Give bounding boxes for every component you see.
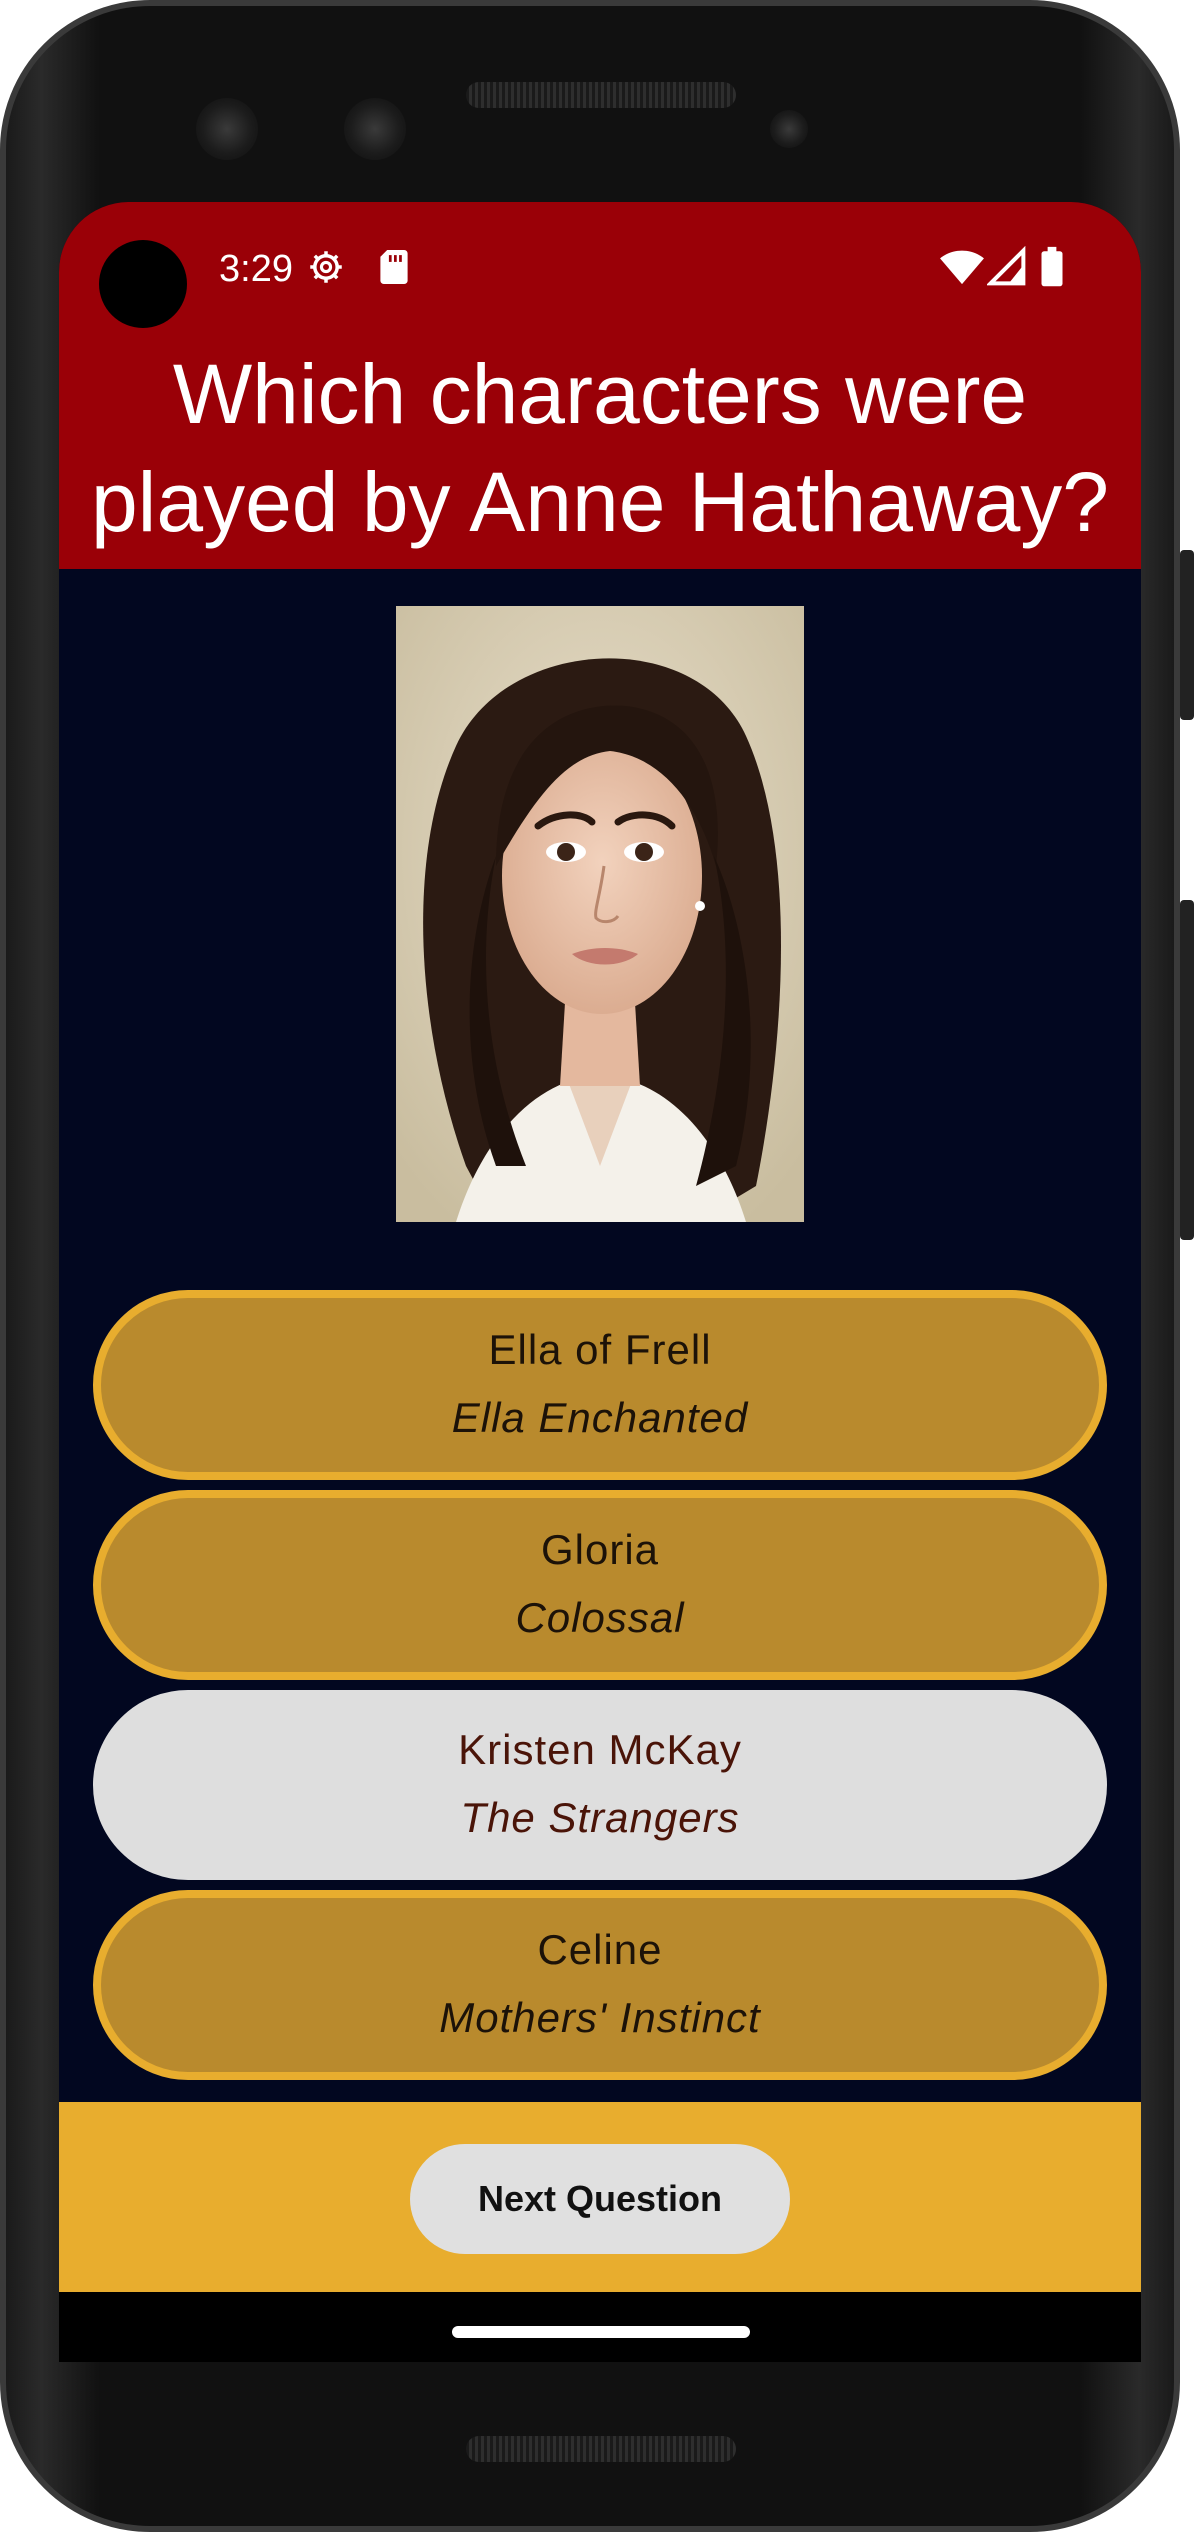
punch-hole-camera xyxy=(99,240,187,328)
answer-character-name: Ella of Frell xyxy=(488,1326,712,1373)
answer-movie-title: Colossal xyxy=(515,1594,685,1641)
wifi-icon xyxy=(939,246,985,292)
footer-bar: Next Question xyxy=(59,2102,1141,2292)
front-camera-icon xyxy=(196,98,258,160)
answer-character-name: Celine xyxy=(537,1926,663,1973)
actor-portrait xyxy=(396,606,804,1222)
front-sensor-icon xyxy=(344,98,406,160)
earpiece-speaker xyxy=(466,82,736,108)
answer-movie-title: Ella Enchanted xyxy=(451,1394,749,1441)
home-indicator[interactable] xyxy=(452,2326,750,2338)
phone-frame: 3:29 Which characters were played by Ann… xyxy=(0,0,1180,2532)
answer-character-name: Kristen McKay xyxy=(458,1726,742,1773)
app-screen: 3:29 Which characters were played by Ann… xyxy=(59,202,1141,2362)
volume-rocker[interactable] xyxy=(1180,900,1194,1240)
proximity-sensor-icon xyxy=(770,110,808,148)
cell-signal-icon xyxy=(985,245,1027,292)
answer-option-3[interactable]: Kristen McKay The Strangers xyxy=(93,1690,1107,1880)
answer-movie-title: Mothers' Instinct xyxy=(439,1994,761,2041)
power-button[interactable] xyxy=(1180,550,1194,720)
next-question-button[interactable]: Next Question xyxy=(410,2144,790,2254)
question-header: 3:29 Which characters were played by Ann… xyxy=(59,202,1141,569)
answer-option-4[interactable]: Celine Mothers' Instinct xyxy=(93,1890,1107,2080)
status-time: 3:29 xyxy=(219,248,293,290)
answer-character-name: Gloria xyxy=(540,1526,660,1573)
question-title: Which characters were played by Anne Hat… xyxy=(90,347,1110,549)
sd-card-icon xyxy=(377,246,411,292)
answer-option-1[interactable]: Ella of Frell Ella Enchanted xyxy=(93,1290,1107,1480)
answer-movie-title: The Strangers xyxy=(460,1794,740,1841)
bottom-speaker xyxy=(466,2436,736,2462)
battery-icon xyxy=(1039,246,1065,292)
answer-option-2[interactable]: Gloria Colossal xyxy=(93,1490,1107,1680)
settings-gear-icon xyxy=(305,246,347,292)
